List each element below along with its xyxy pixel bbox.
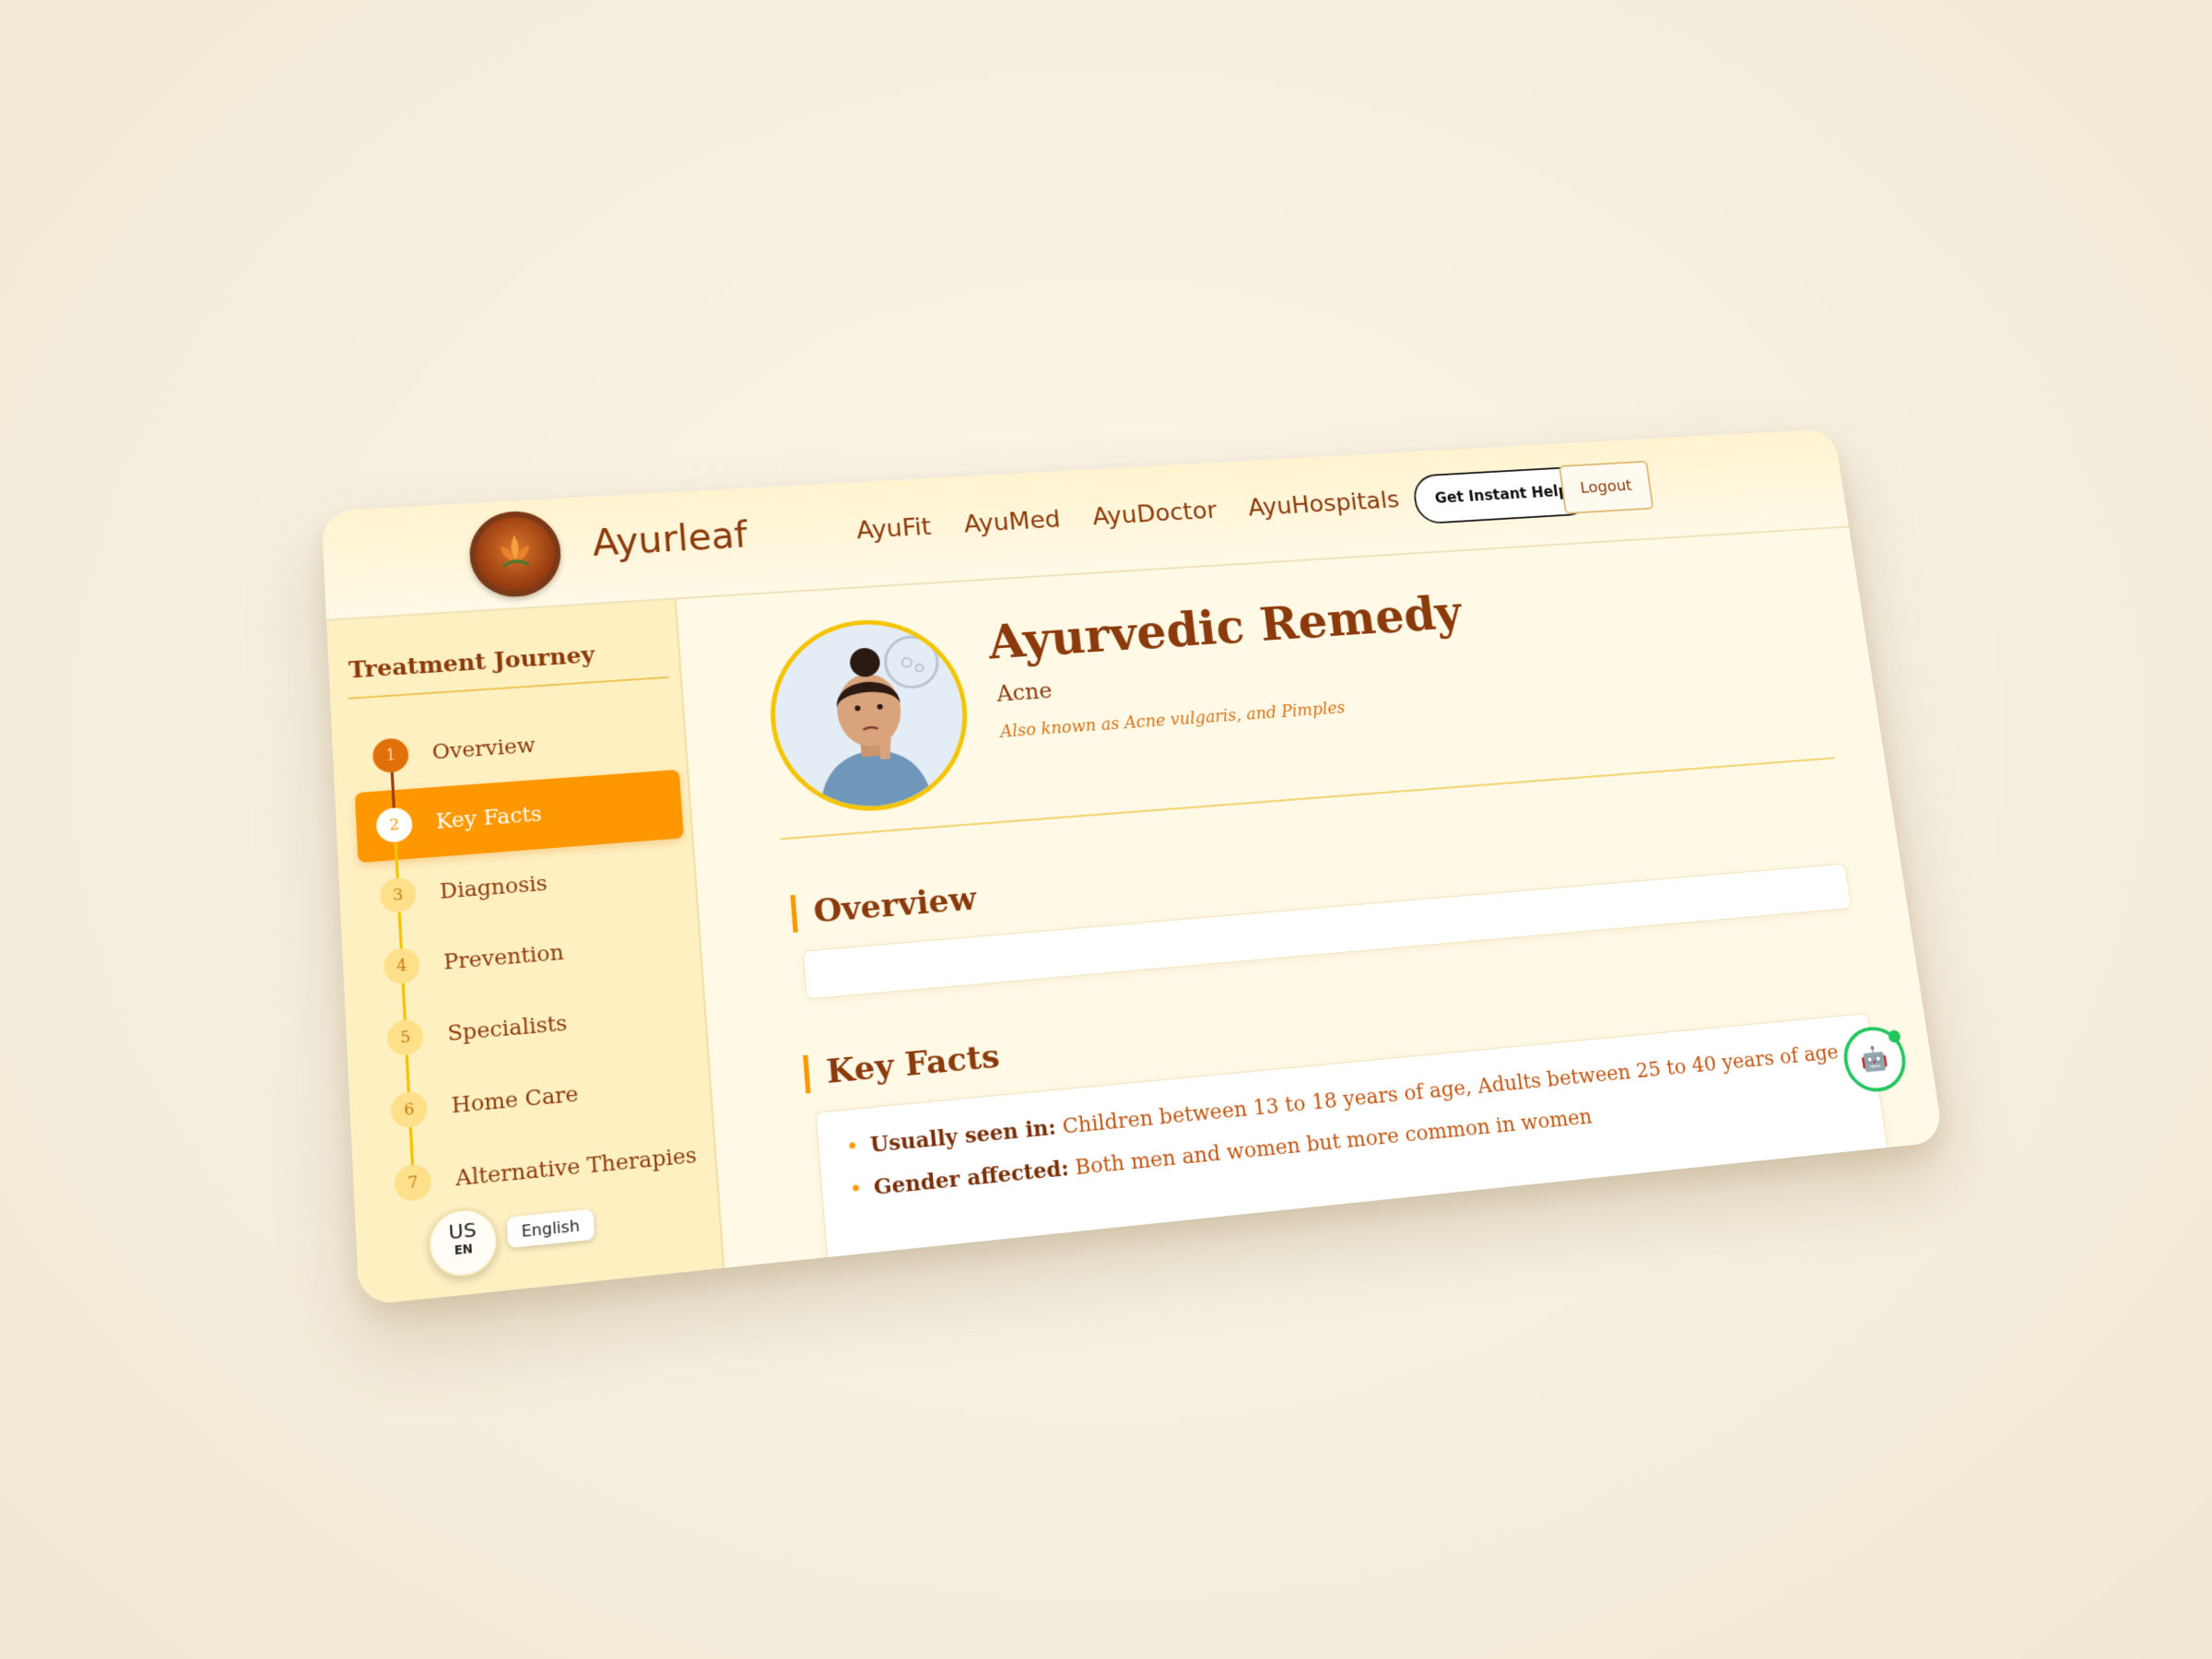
journey-steps: 1 Overview 2 Key Facts 3 Diagnosis 4 Pre… <box>351 701 709 1223</box>
online-indicator <box>1887 1030 1901 1043</box>
main-content: Ayurvedic Remedy Acne Also known as Acne… <box>677 527 1944 1306</box>
treatment-journey-sidebar: Treatment Journey 1 Overview 2 Key Facts… <box>326 599 725 1306</box>
step-number: 6 <box>390 1090 429 1130</box>
app-screenshot: Ayurleaf AyuFit AyuMed AyuDoctor AyuHosp… <box>321 429 1945 1306</box>
language-tooltip: English <box>506 1208 595 1249</box>
step-label: Prevention <box>442 940 565 975</box>
nav-ayudoctor[interactable]: AyuDoctor <box>1091 497 1218 531</box>
step-number: 7 <box>394 1163 432 1203</box>
step-label: Home Care <box>451 1082 580 1119</box>
condition-name: Acne <box>995 677 1053 707</box>
page-title: Ayurvedic Remedy <box>985 585 1465 671</box>
main-nav: AyuFit AyuMed AyuDoctor AyuHospitals <box>855 487 1401 545</box>
logout-button[interactable]: Logout <box>1559 460 1654 514</box>
step-label: Diagnosis <box>439 871 548 904</box>
nav-ayuhospitals[interactable]: AyuHospitals <box>1247 487 1401 522</box>
step-label: Specialists <box>446 1011 569 1046</box>
step-number: 4 <box>382 947 421 985</box>
step-number: 5 <box>386 1018 425 1057</box>
nav-ayufit[interactable]: AyuFit <box>855 513 933 545</box>
overview-heading: Overview <box>790 880 978 933</box>
step-label: Overview <box>431 734 536 765</box>
step-label: Key Facts <box>435 802 543 834</box>
step-number: 1 <box>371 737 410 774</box>
ayurleaf-logo[interactable] <box>467 509 563 600</box>
sidebar-title: Treatment Journey <box>347 641 595 684</box>
condition-image <box>763 614 976 818</box>
robot-icon: 🤖 <box>1859 1044 1891 1075</box>
keyfacts-heading: Key Facts <box>803 1037 1002 1094</box>
person-illustration-icon <box>768 618 971 813</box>
fact-label: Usually seen in: <box>869 1114 1057 1159</box>
step-number: 2 <box>375 806 414 844</box>
lotus-icon <box>489 535 540 576</box>
nav-ayumed[interactable]: AyuMed <box>962 506 1061 538</box>
fact-label: Gender affected: <box>872 1156 1070 1201</box>
brand-name[interactable]: Ayurleaf <box>591 514 748 564</box>
step-number: 3 <box>379 877 418 914</box>
app-window: Ayurleaf AyuFit AyuMed AyuDoctor AyuHosp… <box>321 429 1945 1306</box>
step-label: Alternative Therapies <box>454 1143 698 1192</box>
condition-aliases: Also known as Acne vulgaris, and Pimples <box>999 698 1347 742</box>
